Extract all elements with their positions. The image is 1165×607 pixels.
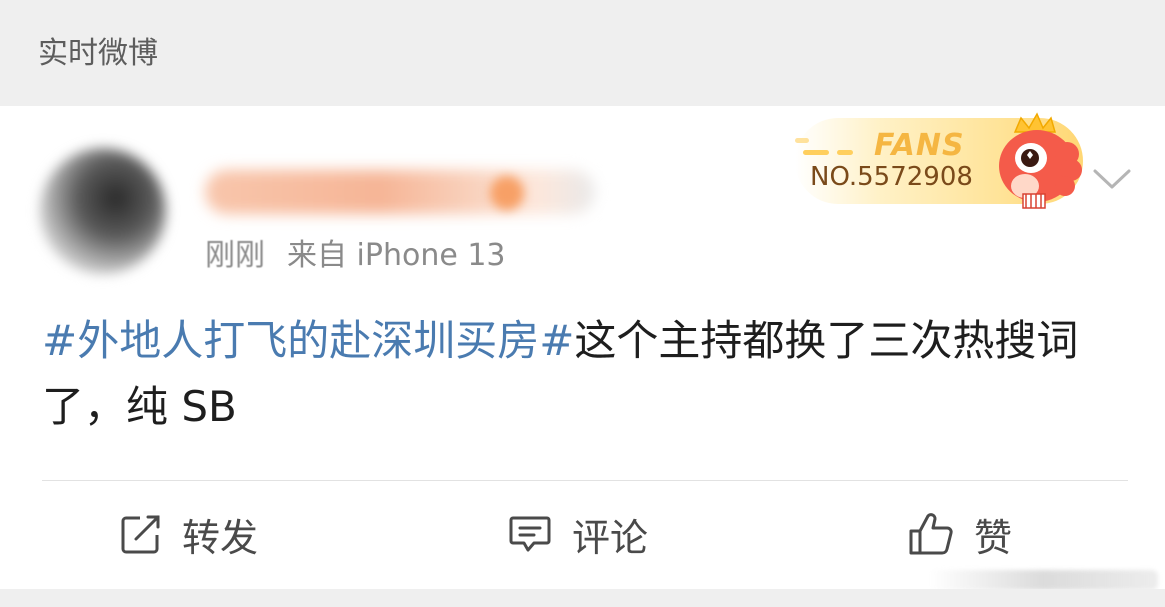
like-button[interactable]: 赞 [908, 506, 1012, 562]
post-time: 刚刚 [205, 238, 265, 273]
avatar[interactable] [40, 148, 166, 274]
section-header: 实时微博 [0, 0, 1165, 106]
like-icon [909, 513, 953, 555]
chevron-down-icon[interactable] [1092, 166, 1132, 192]
section-title: 实时微博 [38, 36, 158, 71]
post-content: #外地人打飞的赴深圳买房#这个主持都换了三次热搜词了，纯 SB [42, 308, 1122, 440]
fans-dash [795, 138, 809, 143]
bottom-separator [0, 589, 1165, 607]
fans-badge-number: NO.5572908 [810, 162, 973, 192]
post-source: 来自 iPhone 13 [287, 238, 506, 273]
username-blurred[interactable] [205, 170, 595, 214]
fans-badge-mascot [999, 112, 1082, 209]
repost-icon [121, 515, 160, 554]
like-label: 赞 [974, 515, 1013, 560]
comment-label: 评论 [572, 515, 649, 560]
topic-link[interactable]: #外地人打飞的赴深圳买房# [42, 316, 574, 365]
divider [42, 480, 1128, 481]
post-meta: 刚刚 来自 iPhone 13 [205, 236, 506, 276]
fans-dash [837, 150, 853, 155]
fans-badge[interactable]: FANS NO.5572908 [795, 110, 1095, 209]
fans-badge-word: FANS [874, 128, 965, 163]
repost-button[interactable]: 转发 [120, 506, 258, 562]
comment-icon [509, 516, 551, 552]
watermark-blurred [928, 570, 1158, 590]
fans-dash [803, 150, 829, 155]
user-badge-icon [490, 176, 524, 210]
repost-label: 转发 [182, 515, 259, 560]
comment-button[interactable]: 评论 [508, 506, 648, 562]
